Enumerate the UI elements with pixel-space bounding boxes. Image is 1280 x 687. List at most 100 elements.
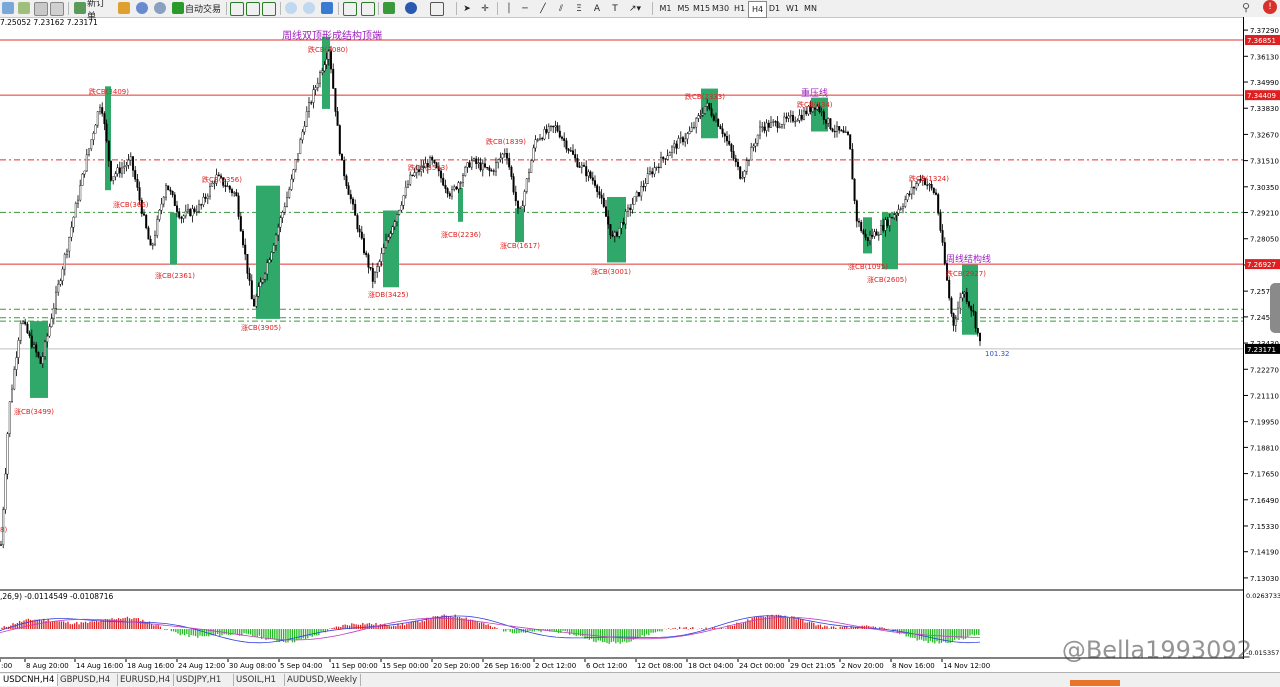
alert-icon[interactable]: ! xyxy=(1263,0,1277,14)
chart-annotation[interactable]: 跌CB(3080) xyxy=(308,45,348,54)
chart-annotation[interactable]: 涨CB(3001) xyxy=(591,267,631,276)
zoom-out-icon[interactable] xyxy=(303,2,315,14)
candle-body xyxy=(728,140,731,145)
auto-trade-icon[interactable] xyxy=(172,2,184,14)
chart-annotation[interactable]: 重压线 xyxy=(801,87,828,99)
bar-chart-icon[interactable] xyxy=(230,2,244,16)
timeframe-h1[interactable]: H1 xyxy=(731,1,748,16)
market-watch-icon[interactable] xyxy=(34,2,48,16)
chart-annotation[interactable]: 8) xyxy=(0,526,7,534)
chart-annotation[interactable]: 跌CB(1839) xyxy=(486,137,526,146)
candle-body xyxy=(631,204,634,210)
chart-tab[interactable]: AUDUSD,Weekly xyxy=(284,674,361,686)
candle-body xyxy=(668,152,671,156)
search-icon[interactable]: ⚲ xyxy=(1242,1,1250,14)
horizontal-line-tool[interactable]: ─ xyxy=(519,1,531,16)
candle-body xyxy=(79,185,82,201)
price-chart[interactable]: 周线双顶形成结构顶端重压线周线结构线 跌CB(3080) 跌CB(3409) 涨CB(… xyxy=(0,17,1243,591)
cursor-tool[interactable]: ➤ xyxy=(461,1,473,16)
chart-shift-icon[interactable] xyxy=(343,2,357,16)
signals-icon[interactable] xyxy=(136,2,148,14)
chart-annotation[interactable]: 涨CB(2236) xyxy=(441,230,481,239)
price-tick-label: 7.37290 xyxy=(1250,27,1279,35)
chart-tab[interactable]: EURUSD,H4 xyxy=(117,674,174,686)
order-block-box[interactable] xyxy=(170,212,177,265)
timeframe-m15[interactable]: M15 xyxy=(693,1,710,16)
macd-panel[interactable] xyxy=(0,591,1243,659)
order-block-box[interactable] xyxy=(515,208,524,243)
order-block-box[interactable] xyxy=(256,185,280,319)
crosshair-tool[interactable]: ✛ xyxy=(479,1,491,16)
chart-annotation[interactable]: 涨CB(2361) xyxy=(155,271,195,280)
candle-body xyxy=(506,153,509,159)
equidistant-channel-tool[interactable]: ⫽ xyxy=(555,1,567,16)
chart-tab[interactable]: USDJPY,H1 xyxy=(173,674,234,686)
chart-annotation[interactable]: 跌CB(2927) xyxy=(946,269,986,278)
chart-tab[interactable]: USOIL,H1 xyxy=(233,674,285,686)
new-order-button[interactable]: 新订单 xyxy=(87,0,113,22)
chart-annotation[interactable]: 涨CB(3905) xyxy=(241,323,281,332)
chart-annotation[interactable]: 跌CB(2333) xyxy=(685,92,725,101)
navigator-icon[interactable] xyxy=(50,2,64,16)
chart-annotation[interactable]: 跌CB(3409) xyxy=(89,87,129,96)
candle-body xyxy=(378,261,381,267)
candle-body xyxy=(693,126,696,129)
candle-body xyxy=(332,68,335,89)
toolbar-separator xyxy=(68,2,69,15)
templates-icon[interactable] xyxy=(430,2,444,16)
timeframe-d1[interactable]: D1 xyxy=(766,1,783,16)
timeframe-mn[interactable]: MN xyxy=(802,1,819,16)
chart-tab[interactable]: GBPUSD,H4 xyxy=(57,674,118,686)
trendline-tool[interactable]: ╱ xyxy=(537,1,549,16)
indicators-icon[interactable] xyxy=(383,2,395,14)
candle-body xyxy=(926,184,929,186)
auto-trade-button[interactable]: 自动交易 xyxy=(185,1,221,16)
timeframe-m1[interactable]: M1 xyxy=(657,1,674,16)
chart-annotation[interactable]: 涨CB(366) xyxy=(113,200,149,209)
meta-editor-icon[interactable] xyxy=(118,2,130,14)
timeframe-h4[interactable]: H4 xyxy=(748,1,767,18)
candle-body xyxy=(679,137,682,139)
chart-annotation[interactable]: 涨CB(3499) xyxy=(14,407,54,416)
candle-body xyxy=(294,159,297,170)
chart-annotation[interactable]: 跌CB(1324) xyxy=(909,174,949,183)
timeframe-m5[interactable]: M5 xyxy=(675,1,692,16)
candle-body xyxy=(396,214,399,222)
chart-annotation[interactable]: 涨CB(2605) xyxy=(867,275,907,284)
candle-body xyxy=(197,204,200,212)
chart-annotation[interactable]: 跌CB(2356) xyxy=(202,175,242,184)
new-chart-icon[interactable] xyxy=(2,2,14,14)
text-tool[interactable]: A xyxy=(591,1,603,16)
tile-windows-icon[interactable] xyxy=(321,2,333,14)
scroll-handle[interactable] xyxy=(1270,283,1280,333)
periods-icon[interactable] xyxy=(405,2,417,14)
candle-body xyxy=(756,134,759,144)
new-order-icon[interactable] xyxy=(74,2,86,14)
market-icon[interactable] xyxy=(154,2,166,14)
chart-tab[interactable]: USDCNH,H4 xyxy=(0,674,58,686)
chart-annotation[interactable]: 涨DB(3425) xyxy=(368,290,409,299)
candle-body xyxy=(448,193,451,197)
timeframe-m30[interactable]: M30 xyxy=(712,1,729,16)
zoom-in-icon[interactable] xyxy=(285,2,297,14)
candle-body xyxy=(0,544,2,546)
profiles-icon[interactable] xyxy=(18,2,30,14)
candle-body xyxy=(303,126,306,133)
vertical-line-tool[interactable]: │ xyxy=(503,1,515,16)
chart-annotation[interactable]: 涨CB(1617) xyxy=(500,241,540,250)
chart-annotation[interactable]: 跌CB(3543) xyxy=(408,163,448,172)
chart-annotation[interactable]: 跌CB(334) xyxy=(797,100,833,109)
order-block-box[interactable] xyxy=(458,187,463,222)
candle-body xyxy=(145,214,148,229)
timeframe-w1[interactable]: W1 xyxy=(784,1,801,16)
candlestick-icon[interactable] xyxy=(246,2,260,16)
fibonacci-tool[interactable]: Ξ xyxy=(573,1,585,16)
arrows-tool[interactable]: ↗▾ xyxy=(627,1,643,16)
chart-annotation[interactable]: 周线结构线 xyxy=(946,253,991,265)
line-chart-icon[interactable] xyxy=(262,2,276,16)
chart-annotation[interactable]: 涨CB(1095) xyxy=(848,262,888,271)
text-label-tool[interactable]: T xyxy=(609,1,621,16)
autoscroll-icon[interactable] xyxy=(361,2,375,16)
chart-annotation[interactable]: 周线双顶形成结构顶端 xyxy=(282,29,382,42)
candle-body xyxy=(519,207,522,209)
